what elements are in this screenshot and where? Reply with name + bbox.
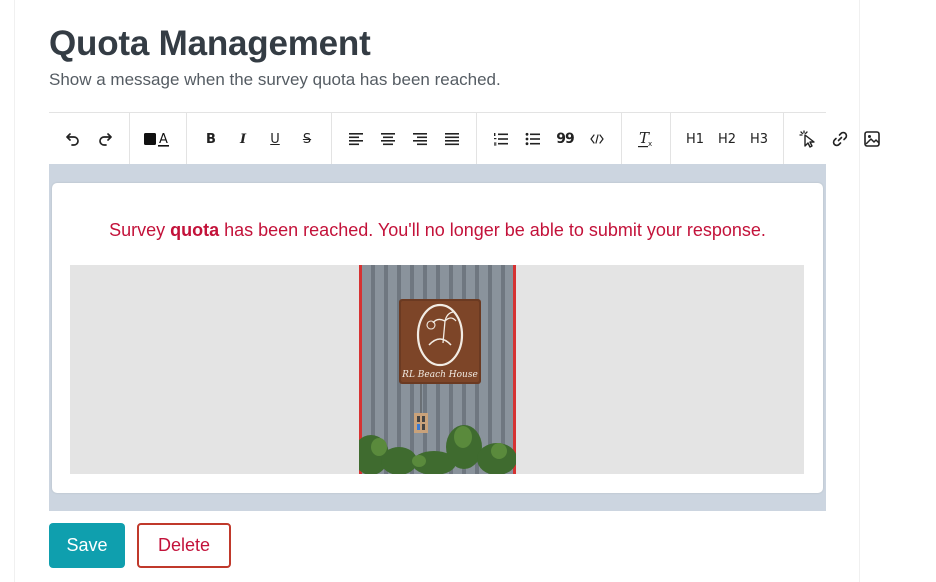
italic-icon[interactable]: I <box>227 124 259 154</box>
image-block[interactable]: RL Beach House <box>70 265 804 474</box>
pointer-icon[interactable] <box>792 124 824 154</box>
underline-label: U <box>270 131 280 147</box>
ordered-list-icon[interactable] <box>485 124 517 154</box>
history-group <box>49 113 130 165</box>
sign-text: RL Beach House <box>401 370 478 380</box>
blockquote-icon[interactable]: 99 <box>549 124 581 154</box>
svg-text:A: A <box>159 132 168 147</box>
message-text-bold: quota <box>170 220 220 240</box>
editor-area: Survey quota has been reached. You'll no… <box>49 164 826 511</box>
align-group <box>332 113 477 165</box>
delete-button[interactable]: Delete <box>137 523 231 568</box>
bold-label: B <box>206 131 216 147</box>
format-group: B I U S <box>187 113 332 165</box>
quote-label: 99 <box>556 131 575 147</box>
align-right-icon[interactable] <box>404 124 436 154</box>
editor-content[interactable]: Survey quota has been reached. You'll no… <box>52 183 823 493</box>
svg-text:x: x <box>648 140 652 148</box>
insert-group <box>784 113 896 165</box>
page-title: Quota Management <box>49 24 371 63</box>
align-justify-icon[interactable] <box>436 124 468 154</box>
color-group: A <box>130 113 187 165</box>
code-icon[interactable] <box>581 124 613 154</box>
redo-icon[interactable] <box>89 124 121 154</box>
clear-format-icon[interactable]: Tx <box>630 124 662 154</box>
align-left-icon[interactable] <box>340 124 372 154</box>
beach-house-sign-image[interactable]: RL Beach House <box>359 265 516 474</box>
message-text-before: Survey <box>109 220 171 240</box>
clear-group: Tx <box>622 113 671 165</box>
heading-1-icon[interactable]: H1 <box>679 124 711 154</box>
save-button[interactable]: Save <box>49 523 125 568</box>
undo-icon[interactable] <box>57 124 89 154</box>
text-color-icon[interactable]: A <box>138 124 178 154</box>
h1-label: H1 <box>685 131 705 147</box>
heading-group: H1 H2 H3 <box>671 113 784 165</box>
strike-label: S <box>302 131 312 147</box>
block-group: 99 <box>477 113 622 165</box>
italic-label: I <box>239 131 247 147</box>
heading-3-icon[interactable]: H3 <box>743 124 775 154</box>
message-text-after: has been reached. You'll no longer be ab… <box>219 220 766 240</box>
link-icon[interactable] <box>824 124 856 154</box>
underline-icon[interactable]: U <box>259 124 291 154</box>
strikethrough-icon[interactable]: S <box>291 124 323 154</box>
heading-2-icon[interactable]: H2 <box>711 124 743 154</box>
h3-label: H3 <box>749 131 769 147</box>
bold-icon[interactable]: B <box>195 124 227 154</box>
image-icon[interactable] <box>856 124 888 154</box>
editor-toolbar: A B I U S 99 Tx H1 H2 H3 <box>49 112 880 165</box>
h2-label: H2 <box>717 131 737 147</box>
quota-message[interactable]: Survey quota has been reached. You'll no… <box>52 220 823 241</box>
align-center-icon[interactable] <box>372 124 404 154</box>
page-subtitle: Show a message when the survey quota has… <box>49 70 501 89</box>
bullet-list-icon[interactable] <box>517 124 549 154</box>
